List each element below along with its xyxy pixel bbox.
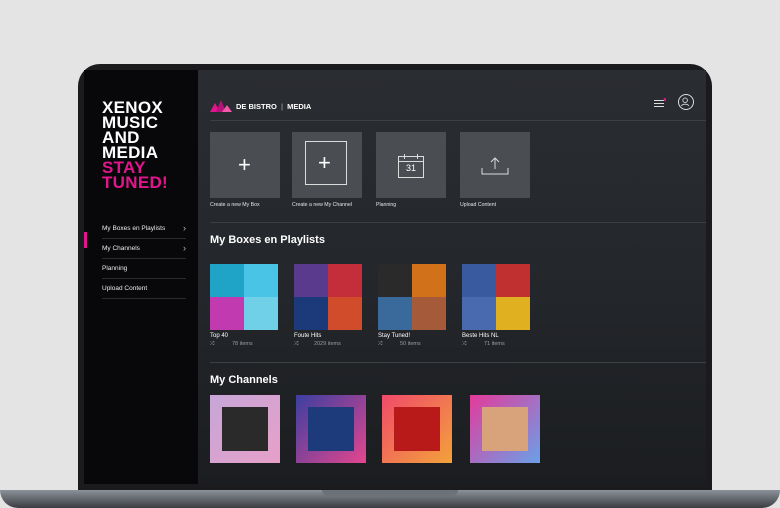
album-art <box>496 264 530 297</box>
album-art <box>244 297 278 330</box>
sidebar-item-label: My Boxes en Playlists <box>102 225 166 232</box>
album-art <box>378 264 412 297</box>
box-count: 50 items <box>399 341 421 347</box>
album-art <box>210 264 244 297</box>
channel-card[interactable] <box>296 395 366 463</box>
channels-section-title: My Channels <box>210 374 278 386</box>
box-cover-top40[interactable] <box>210 264 278 330</box>
laptop-notch <box>322 490 458 496</box>
boxes-section-title: My Boxes en Playlists <box>210 234 325 246</box>
upload-icon <box>481 157 509 175</box>
album-art <box>294 264 328 297</box>
channel-artwork <box>482 407 528 451</box>
create-box-label: Create a new My Box <box>210 202 260 208</box>
album-art <box>210 297 244 330</box>
box-name: Beste Hits NL <box>462 333 499 339</box>
channel-artwork <box>394 407 440 451</box>
main-content: DE BISTRO | MEDIA + Create a new My Box … <box>198 70 706 484</box>
box-name: Top 40 <box>210 333 229 339</box>
upload-content-label: Upload Content <box>460 202 497 208</box>
album-art <box>412 264 446 297</box>
box-name: Stay Tuned! <box>378 333 411 339</box>
box-count: 2029 items <box>313 341 341 347</box>
box-cover-beste-hits-nl[interactable] <box>462 264 530 330</box>
channel-artwork <box>222 407 268 451</box>
sidebar: XENOX MUSIC AND MEDIA STAY TUNED! My Box… <box>84 70 198 484</box>
shuffle-icon[interactable]: ⤮ <box>378 341 382 347</box>
shuffle-icon[interactable]: ⤮ <box>462 341 466 347</box>
calendar-day: 31 <box>405 163 416 173</box>
box-meta: ⤮ 78 items <box>210 341 253 348</box>
sidebar-item-upload[interactable]: Upload Content <box>102 279 186 299</box>
channel-artwork <box>308 407 354 451</box>
workspace-title: DE BISTRO | MEDIA <box>236 102 311 111</box>
album-art <box>496 297 530 330</box>
workspace-name: DE BISTRO <box>236 102 277 111</box>
create-channel-button[interactable]: + <box>292 132 362 198</box>
sidebar-item-label: Planning <box>102 265 128 272</box>
box-meta: ⤮ 71 items <box>462 341 505 348</box>
album-art <box>294 297 328 330</box>
plus-icon: + <box>238 152 251 177</box>
workspace-suffix: MEDIA <box>287 102 312 111</box>
box-meta: ⤮ 2029 items <box>294 341 341 348</box>
album-art <box>244 264 278 297</box>
nav-active-indicator <box>84 232 87 248</box>
shuffle-icon[interactable]: ⤮ <box>294 341 298 347</box>
channel-card[interactable] <box>382 395 452 463</box>
sidebar-item-my-boxes[interactable]: My Boxes en Playlists › <box>102 219 186 239</box>
header-divider <box>210 120 706 121</box>
box-meta: ⤮ 50 items <box>378 341 421 348</box>
shuffle-icon[interactable]: ⤮ <box>210 341 214 347</box>
chevron-right-icon: › <box>183 223 186 233</box>
album-art <box>462 264 496 297</box>
sidebar-item-planning[interactable]: Planning <box>102 259 186 279</box>
sidebar-nav: My Boxes en Playlists › My Channels › Pl… <box>102 219 186 299</box>
planning-label: Planning <box>376 202 397 208</box>
album-art <box>328 264 362 297</box>
brand-logo: XENOX MUSIC AND MEDIA STAY TUNED! <box>102 99 169 192</box>
section-divider <box>210 362 706 363</box>
channel-card[interactable] <box>210 395 280 463</box>
planning-button[interactable]: 31 <box>376 132 446 198</box>
app-screen: XENOX MUSIC AND MEDIA STAY TUNED! My Box… <box>84 70 706 484</box>
box-name: Foute Hits <box>294 333 322 339</box>
calendar-icon: 31 <box>398 154 424 178</box>
box-cover-stay-tuned[interactable] <box>378 264 446 330</box>
user-avatar-icon[interactable] <box>678 94 694 110</box>
de-bistro-logo-icon <box>210 100 232 112</box>
sidebar-item-label: Upload Content <box>102 285 148 292</box>
album-art <box>462 297 496 330</box>
sidebar-item-my-channels[interactable]: My Channels › <box>102 239 186 259</box>
album-art <box>412 297 446 330</box>
album-art <box>378 297 412 330</box>
create-channel-label: Create a new My Channel <box>292 202 352 208</box>
sidebar-item-label: My Channels <box>102 245 140 252</box>
box-count: 71 items <box>483 341 505 347</box>
channel-card[interactable] <box>470 395 540 463</box>
box-count: 78 items <box>231 341 253 347</box>
plus-box-icon: + <box>305 141 347 185</box>
create-box-button[interactable]: + <box>210 132 280 198</box>
chevron-right-icon: › <box>183 243 186 253</box>
album-art <box>328 297 362 330</box>
section-divider <box>210 222 706 223</box>
box-cover-foute-hits[interactable] <box>294 264 362 330</box>
brand-accent-line: TUNED! <box>102 173 169 192</box>
title-separator: | <box>280 102 284 111</box>
upload-content-button[interactable] <box>460 132 530 198</box>
list-menu-icon[interactable] <box>654 98 666 108</box>
